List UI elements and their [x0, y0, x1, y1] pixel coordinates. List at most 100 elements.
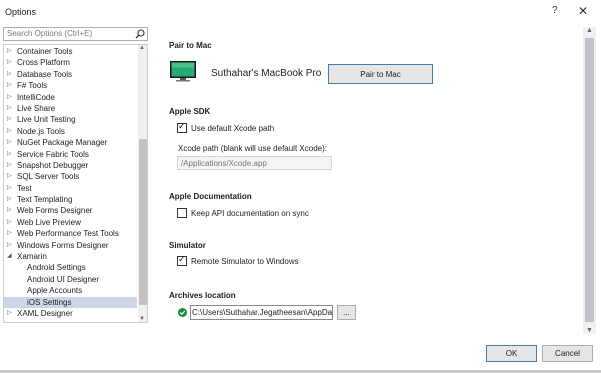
tree-item-label: Live Unit Testing — [17, 115, 76, 125]
macbook-icon — [170, 61, 196, 82]
tree-item-label: Node.js Tools — [17, 126, 65, 136]
pair-to-mac-heading: Pair to Mac — [169, 41, 212, 50]
tree-item-label: Web Performance Test Tools — [17, 229, 119, 239]
tree-item-label: Database Tools — [17, 69, 72, 79]
tree-item-label: iOS Settings — [27, 297, 72, 307]
browse-button[interactable]: ... — [337, 305, 356, 320]
collapsed-arrow-icon[interactable]: ▷ — [7, 228, 12, 239]
scroll-down-icon[interactable]: ▼ — [586, 327, 593, 334]
collapsed-arrow-icon[interactable]: ▷ — [7, 171, 12, 182]
title-bar: Options ? ✕ — [0, 0, 601, 24]
archives-location-heading: Archives location — [169, 291, 236, 300]
tree-item[interactable]: ▷ Windows Forms Designer — [4, 240, 137, 251]
remote-simulator-label: Remote Simulator to Windows — [191, 257, 299, 266]
collapsed-arrow-icon[interactable]: ▷ — [7, 69, 12, 80]
tree-item[interactable]: ▷ Web Live Preview — [4, 217, 137, 228]
tree-item-label: Snapshot Debugger — [17, 160, 89, 170]
scroll-up-icon[interactable]: ▲ — [586, 27, 593, 34]
tree-item-label: Test — [17, 183, 32, 193]
collapsed-arrow-icon[interactable]: ▷ — [7, 217, 12, 228]
options-tree[interactable]: ▷ Container Tools ▷ Cross Platform ▷ Database… — [3, 44, 148, 323]
tree-item-label: Text Templating — [17, 195, 73, 205]
tree-item[interactable]: ▷ Text Templating — [4, 194, 137, 205]
tree-item[interactable]: ▷ Web Forms Designer — [4, 205, 137, 216]
collapsed-arrow-icon[interactable]: ▷ — [7, 57, 12, 68]
tree-item[interactable]: ▷ Node.js Tools — [4, 126, 137, 137]
expanded-arrow-icon[interactable]: ◢ — [7, 251, 12, 262]
search-placeholder: Search Options (Ctrl+E) — [7, 29, 93, 38]
collapsed-arrow-icon[interactable]: ▷ — [7, 149, 12, 160]
tree-item[interactable]: iOS Settings — [4, 296, 137, 308]
search-options-input[interactable]: Search Options (Ctrl+E) — [3, 27, 148, 41]
tree-item[interactable]: ▷ Service Fabric Tools — [4, 149, 137, 160]
ok-button[interactable]: OK — [486, 345, 537, 362]
collapsed-arrow-icon[interactable]: ▷ — [7, 240, 12, 251]
tree-scrollbar[interactable]: ▲ ▼ — [138, 45, 147, 322]
tree-item[interactable]: ▷ SQL Server Tools — [4, 171, 137, 182]
keep-api-docs-label: Keep API documentation on sync — [191, 209, 309, 218]
collapsed-arrow-icon[interactable]: ▷ — [7, 194, 12, 205]
tree-item[interactable]: ▷ IntelliCode — [4, 92, 137, 103]
tree-item[interactable]: ▷ Live Unit Testing — [4, 114, 137, 125]
use-default-xcode-label: Use default Xcode path — [191, 124, 275, 133]
tree-item[interactable]: Android Settings — [4, 262, 137, 273]
mac-name: Suthahar's MacBook Pro — [211, 68, 322, 79]
tree-item[interactable]: Apple Accounts — [4, 285, 137, 296]
tree-item-label: F# Tools — [17, 81, 48, 91]
remote-simulator-checkbox[interactable]: ✓ — [177, 254, 187, 266]
apple-sdk-heading: Apple SDK — [169, 107, 211, 116]
collapsed-arrow-icon[interactable]: ▷ — [7, 92, 12, 103]
scroll-up-icon[interactable]: ▲ — [139, 45, 145, 51]
checkmark-icon: ✓ — [178, 121, 186, 131]
cancel-button[interactable]: Cancel — [542, 345, 593, 362]
settings-scrollbar[interactable]: ▲ ▼ — [583, 27, 596, 334]
tree-item[interactable]: ◢ Xamarin — [4, 251, 137, 262]
tree-item-label: Android UI Designer — [27, 274, 100, 284]
check-circle-icon — [178, 308, 187, 317]
tree-item[interactable]: ▷ Live Share — [4, 103, 137, 114]
collapsed-arrow-icon[interactable]: ▷ — [7, 308, 12, 319]
tree-item[interactable]: ▷ Test — [4, 183, 137, 194]
tree-scrollbar-thumb[interactable] — [139, 139, 147, 305]
xcode-path-value: /Applications/Xcode.app — [181, 159, 267, 168]
settings-scrollbar-thumb[interactable] — [585, 38, 594, 322]
tree-item-label: Android Settings — [27, 263, 86, 273]
tree-item[interactable]: ▷ NuGet Package Manager — [4, 137, 137, 148]
tree-item[interactable]: ▷ Container Tools — [4, 46, 137, 57]
tree-item-label: Web Forms Designer — [17, 206, 93, 216]
collapsed-arrow-icon[interactable]: ▷ — [7, 183, 12, 194]
xcode-path-input: /Applications/Xcode.app — [177, 156, 332, 170]
keep-api-docs-checkbox[interactable]: ✓ — [177, 208, 187, 218]
tree-item[interactable]: ▷ F# Tools — [4, 80, 137, 91]
pair-to-mac-button[interactable]: Pair to Mac — [328, 64, 433, 84]
tree-item[interactable]: ▷ XAML Designer — [4, 308, 137, 319]
search-icon[interactable] — [135, 29, 145, 39]
collapsed-arrow-icon[interactable]: ▷ — [7, 126, 12, 137]
collapsed-arrow-icon[interactable]: ▷ — [7, 160, 12, 171]
archives-location-value: C:\Users\Suthahar.Jegatheesan\AppData\ — [192, 308, 333, 317]
tree-item-label: IntelliCode — [17, 92, 55, 102]
collapsed-arrow-icon[interactable]: ▷ — [7, 114, 12, 125]
archives-location-input[interactable]: C:\Users\Suthahar.Jegatheesan\AppData\ — [190, 305, 333, 320]
close-button[interactable]: ✕ — [578, 4, 588, 18]
help-button[interactable]: ? — [552, 5, 558, 16]
scroll-down-icon[interactable]: ▼ — [139, 316, 145, 322]
simulator-heading: Simulator — [169, 241, 206, 250]
window-title: Options — [5, 7, 37, 17]
tree-item-label: NuGet Package Manager — [17, 138, 108, 148]
collapsed-arrow-icon[interactable]: ▷ — [7, 137, 12, 148]
tree-item-label: Web Live Preview — [17, 217, 81, 227]
tree-item[interactable]: ▷ Snapshot Debugger — [4, 160, 137, 171]
tree-item[interactable]: ▷ Cross Platform — [4, 57, 137, 68]
tree-item[interactable]: ▷ Web Performance Test Tools — [4, 228, 137, 239]
tree-item-label: Live Share — [17, 103, 56, 113]
collapsed-arrow-icon[interactable]: ▷ — [7, 103, 12, 114]
collapsed-arrow-icon[interactable]: ▷ — [7, 80, 12, 91]
tree-item-label: Service Fabric Tools — [17, 149, 89, 159]
tree-item-label: Container Tools — [17, 47, 73, 56]
tree-item[interactable]: ▷ Database Tools — [4, 69, 137, 80]
collapsed-arrow-icon[interactable]: ▷ — [7, 205, 12, 216]
collapsed-arrow-icon[interactable]: ▷ — [7, 46, 12, 57]
tree-item[interactable]: Android UI Designer — [4, 274, 137, 285]
use-default-xcode-checkbox[interactable]: ✓ — [177, 121, 187, 133]
